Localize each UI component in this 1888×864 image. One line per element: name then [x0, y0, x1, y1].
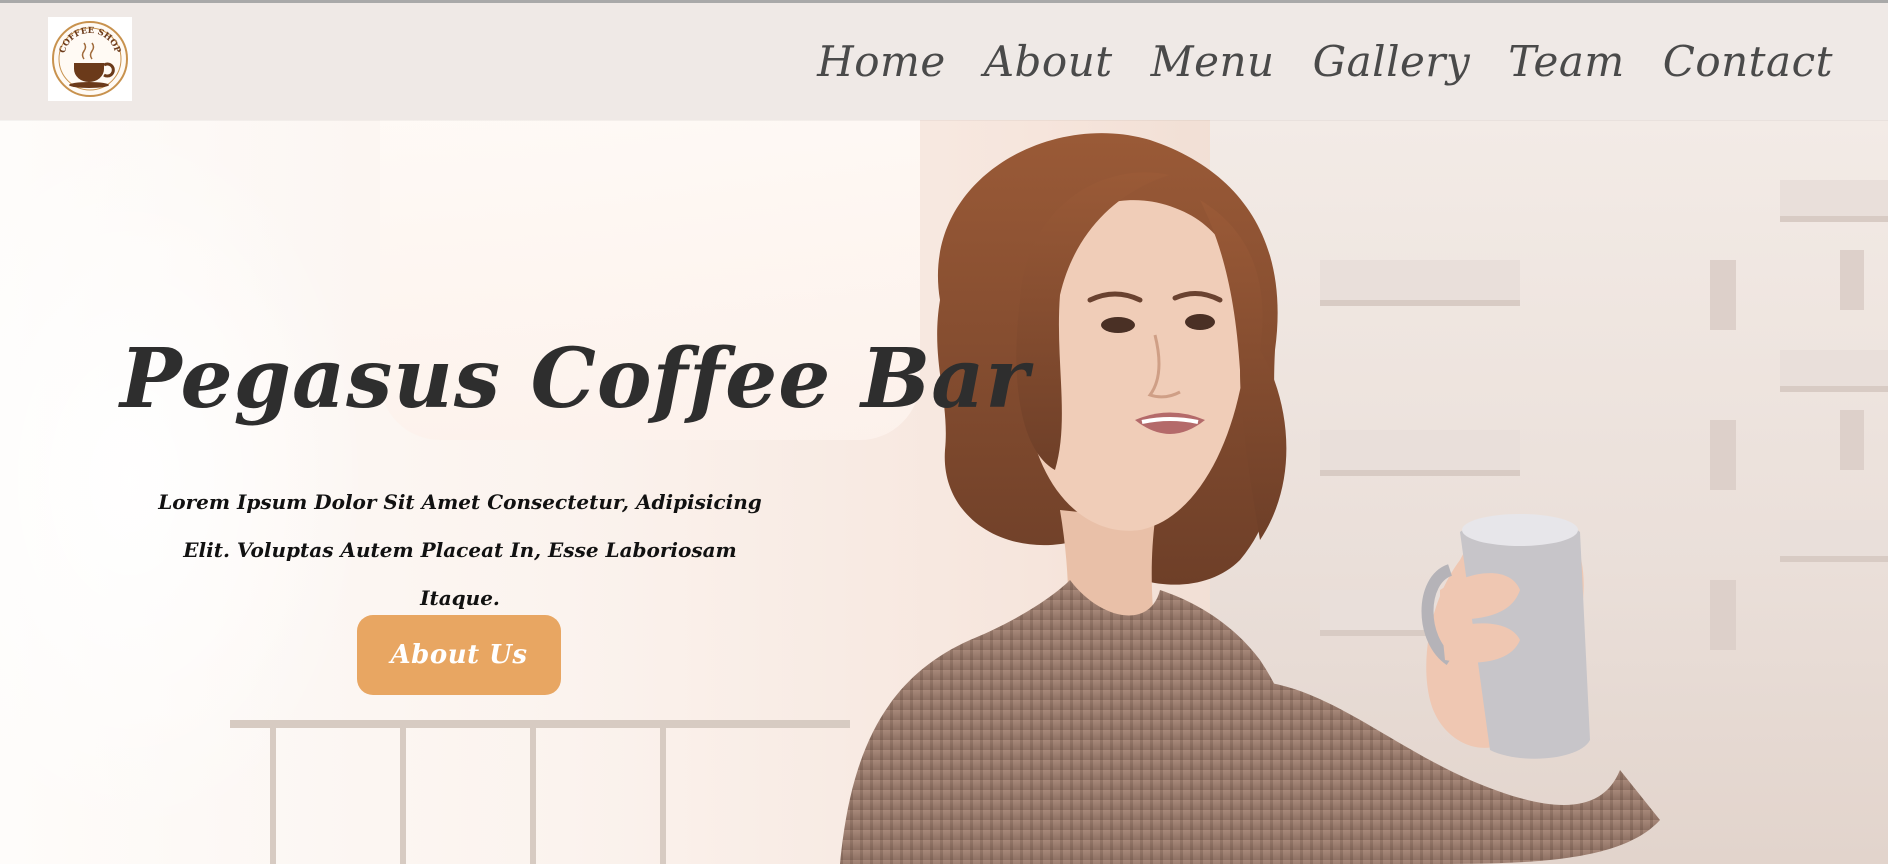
- hero-title: Pegasus Coffee Bar: [120, 331, 1030, 427]
- hero-description: Lorem Ipsum Dolor Sit Amet Consectetur, …: [158, 490, 762, 610]
- site-header: COFFEE SHOP Home About Menu Gallery Team…: [0, 3, 1888, 120]
- nav-home[interactable]: Home: [817, 41, 946, 83]
- main-nav: Home About Menu Gallery Team Contact: [817, 34, 1833, 90]
- hero-section: Pegasus Coffee Bar Lorem Ipsum Dolor Sit…: [0, 120, 1888, 864]
- balcony-railing: [230, 720, 850, 864]
- coffee-cup-icon: COFFEE SHOP: [52, 21, 128, 97]
- nav-about[interactable]: About: [984, 41, 1113, 83]
- logo[interactable]: COFFEE SHOP: [48, 17, 132, 101]
- nav-team[interactable]: Team: [1508, 41, 1624, 83]
- about-us-button[interactable]: About Us: [357, 615, 561, 695]
- nav-gallery[interactable]: Gallery: [1313, 41, 1471, 83]
- woman-with-coffee-image: [840, 133, 1660, 864]
- nav-menu[interactable]: Menu: [1151, 41, 1275, 83]
- nav-contact[interactable]: Contact: [1663, 41, 1833, 83]
